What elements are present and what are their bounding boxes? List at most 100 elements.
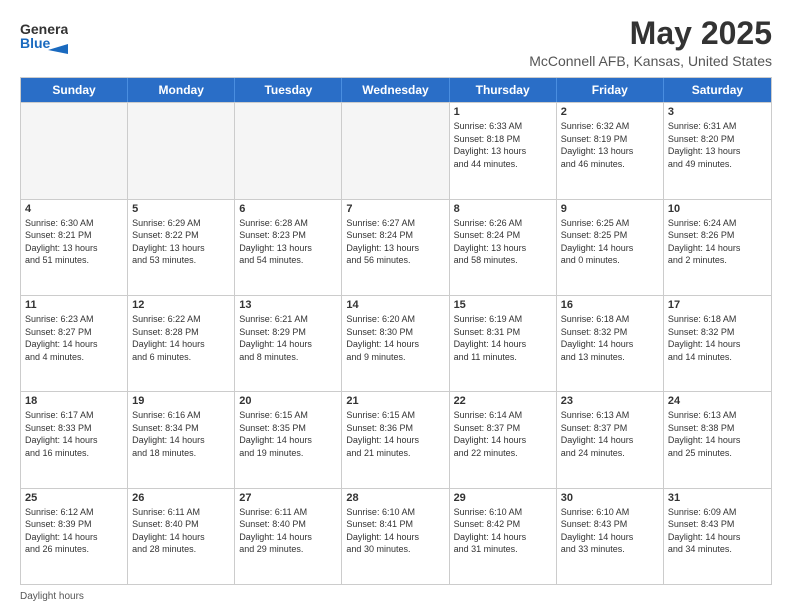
cell-info: Sunrise: 6:17 AM Sunset: 8:33 PM Dayligh… [25, 409, 123, 459]
cell-info: Sunrise: 6:21 AM Sunset: 8:29 PM Dayligh… [239, 313, 337, 363]
day-number: 21 [346, 395, 444, 407]
cell-info: Sunrise: 6:22 AM Sunset: 8:28 PM Dayligh… [132, 313, 230, 363]
weekday-header-friday: Friday [557, 78, 664, 102]
day-cell-24: 24Sunrise: 6:13 AM Sunset: 8:38 PM Dayli… [664, 392, 771, 487]
day-number: 19 [132, 395, 230, 407]
day-number: 6 [239, 203, 337, 215]
day-number: 5 [132, 203, 230, 215]
cell-info: Sunrise: 6:23 AM Sunset: 8:27 PM Dayligh… [25, 313, 123, 363]
weekday-header-monday: Monday [128, 78, 235, 102]
cell-info: Sunrise: 6:24 AM Sunset: 8:26 PM Dayligh… [668, 217, 767, 267]
day-cell-9: 9 Sunrise: 6:25 AM Sunset: 8:25 PM Daylig… [557, 200, 664, 295]
day-cell-15: 15 Sunrise: 6:19 AM Sunset: 8:31 PM Dayli… [450, 296, 557, 391]
day-number: 12 [132, 299, 230, 311]
cell-info: Sunrise: 6:20 AM Sunset: 8:30 PM Dayligh… [346, 313, 444, 363]
day-number: 29 [454, 492, 552, 504]
day-number: 26 [132, 492, 230, 504]
calendar-row-4: 18Sunrise: 6:17 AM Sunset: 8:33 PM Dayli… [21, 391, 771, 487]
header: General Blue May 2025 McConnell AFB, Kan… [20, 16, 772, 69]
day-cell-20: 20 Sunrise: 6:15 AM Sunset: 8:35 PM Dayli… [235, 392, 342, 487]
day-cell-11: 11 Sunrise: 6:23 AM Sunset: 8:27 PM Dayli… [21, 296, 128, 391]
cell-info: Sunrise: 6:25 AM Sunset: 8:25 PM Dayligh… [561, 217, 659, 267]
logo: General Blue [20, 16, 68, 63]
day-number: 2 [561, 106, 659, 118]
empty-cell [342, 103, 449, 198]
cell-info: Sunrise: 6:26 AM Sunset: 8:24 PM Dayligh… [454, 217, 552, 267]
weekday-header-saturday: Saturday [664, 78, 771, 102]
cell-info: Sunrise: 6:15 AM Sunset: 8:35 PM Dayligh… [239, 409, 337, 459]
day-number: 23 [561, 395, 659, 407]
day-number: 30 [561, 492, 659, 504]
day-cell-6: 6 Sunrise: 6:28 AM Sunset: 8:23 PM Daylig… [235, 200, 342, 295]
svg-text:Blue: Blue [20, 35, 51, 51]
empty-cell [235, 103, 342, 198]
day-cell-28: 28 Sunrise: 6:10 AM Sunset: 8:41 PM Dayli… [342, 489, 449, 584]
calendar-row-2: 4 Sunrise: 6:30 AM Sunset: 8:21 PM Daylig… [21, 199, 771, 295]
day-number: 9 [561, 203, 659, 215]
empty-cell [128, 103, 235, 198]
title-block: May 2025 McConnell AFB, Kansas, United S… [529, 16, 772, 69]
cell-info: Sunrise: 6:33 AM Sunset: 8:18 PM Dayligh… [454, 120, 552, 170]
cell-info: Sunrise: 6:31 AM Sunset: 8:20 PM Dayligh… [668, 120, 767, 170]
cell-info: Sunrise: 6:10 AM Sunset: 8:41 PM Dayligh… [346, 506, 444, 556]
day-cell-30: 30 Sunrise: 6:10 AM Sunset: 8:43 PM Dayli… [557, 489, 664, 584]
cell-info: Sunrise: 6:14 AM Sunset: 8:37 PM Dayligh… [454, 409, 552, 459]
day-number: 15 [454, 299, 552, 311]
day-number: 25 [25, 492, 123, 504]
cell-info: Sunrise: 6:15 AM Sunset: 8:36 PM Dayligh… [346, 409, 444, 459]
weekday-header-sunday: Sunday [21, 78, 128, 102]
footer-text: Daylight hours [20, 591, 84, 602]
day-cell-4: 4 Sunrise: 6:30 AM Sunset: 8:21 PM Daylig… [21, 200, 128, 295]
cell-info: Sunrise: 6:10 AM Sunset: 8:43 PM Dayligh… [561, 506, 659, 556]
cell-info: Sunrise: 6:18 AM Sunset: 8:32 PM Dayligh… [561, 313, 659, 363]
day-number: 10 [668, 203, 767, 215]
day-cell-22: 22 Sunrise: 6:14 AM Sunset: 8:37 PM Dayli… [450, 392, 557, 487]
cell-info: Sunrise: 6:29 AM Sunset: 8:22 PM Dayligh… [132, 217, 230, 267]
weekday-header-tuesday: Tuesday [235, 78, 342, 102]
day-cell-10: 10 Sunrise: 6:24 AM Sunset: 8:26 PM Dayli… [664, 200, 771, 295]
day-cell-14: 14Sunrise: 6:20 AM Sunset: 8:30 PM Dayli… [342, 296, 449, 391]
day-cell-26: 26Sunrise: 6:11 AM Sunset: 8:40 PM Dayli… [128, 489, 235, 584]
day-number: 11 [25, 299, 123, 311]
cell-info: Sunrise: 6:28 AM Sunset: 8:23 PM Dayligh… [239, 217, 337, 267]
cell-info: Sunrise: 6:13 AM Sunset: 8:38 PM Dayligh… [668, 409, 767, 459]
month-title: May 2025 [529, 16, 772, 51]
calendar-row-5: 25 Sunrise: 6:12 AM Sunset: 8:39 PM Dayli… [21, 488, 771, 584]
day-number: 3 [668, 106, 767, 118]
cell-info: Sunrise: 6:18 AM Sunset: 8:32 PM Dayligh… [668, 313, 767, 363]
day-number: 28 [346, 492, 444, 504]
cell-info: Sunrise: 6:12 AM Sunset: 8:39 PM Dayligh… [25, 506, 123, 556]
day-number: 27 [239, 492, 337, 504]
day-cell-25: 25 Sunrise: 6:12 AM Sunset: 8:39 PM Dayli… [21, 489, 128, 584]
day-number: 31 [668, 492, 767, 504]
day-number: 4 [25, 203, 123, 215]
calendar-body: 1Sunrise: 6:33 AM Sunset: 8:18 PM Daylig… [21, 102, 771, 584]
day-cell-7: 7 Sunrise: 6:27 AM Sunset: 8:24 PM Daylig… [342, 200, 449, 295]
calendar-row-1: 1Sunrise: 6:33 AM Sunset: 8:18 PM Daylig… [21, 102, 771, 198]
cell-info: Sunrise: 6:13 AM Sunset: 8:37 PM Dayligh… [561, 409, 659, 459]
cell-info: Sunrise: 6:19 AM Sunset: 8:31 PM Dayligh… [454, 313, 552, 363]
calendar: SundayMondayTuesdayWednesdayThursdayFrid… [20, 77, 772, 585]
day-number: 20 [239, 395, 337, 407]
day-cell-18: 18Sunrise: 6:17 AM Sunset: 8:33 PM Dayli… [21, 392, 128, 487]
day-number: 8 [454, 203, 552, 215]
day-cell-3: 3 Sunrise: 6:31 AM Sunset: 8:20 PM Daylig… [664, 103, 771, 198]
day-cell-13: 13 Sunrise: 6:21 AM Sunset: 8:29 PM Dayli… [235, 296, 342, 391]
logo-icon: General Blue [20, 16, 68, 58]
day-cell-21: 21 Sunrise: 6:15 AM Sunset: 8:36 PM Dayli… [342, 392, 449, 487]
cell-info: Sunrise: 6:32 AM Sunset: 8:19 PM Dayligh… [561, 120, 659, 170]
day-cell-8: 8 Sunrise: 6:26 AM Sunset: 8:24 PM Daylig… [450, 200, 557, 295]
day-number: 22 [454, 395, 552, 407]
empty-cell [21, 103, 128, 198]
day-number: 7 [346, 203, 444, 215]
day-cell-29: 29Sunrise: 6:10 AM Sunset: 8:42 PM Dayli… [450, 489, 557, 584]
cell-info: Sunrise: 6:27 AM Sunset: 8:24 PM Dayligh… [346, 217, 444, 267]
day-number: 13 [239, 299, 337, 311]
day-cell-19: 19Sunrise: 6:16 AM Sunset: 8:34 PM Dayli… [128, 392, 235, 487]
footer: Daylight hours [20, 591, 772, 602]
day-cell-1: 1Sunrise: 6:33 AM Sunset: 8:18 PM Daylig… [450, 103, 557, 198]
day-cell-16: 16Sunrise: 6:18 AM Sunset: 8:32 PM Dayli… [557, 296, 664, 391]
day-cell-23: 23 Sunrise: 6:13 AM Sunset: 8:37 PM Dayli… [557, 392, 664, 487]
page: General Blue May 2025 McConnell AFB, Kan… [0, 0, 792, 612]
cell-info: Sunrise: 6:30 AM Sunset: 8:21 PM Dayligh… [25, 217, 123, 267]
